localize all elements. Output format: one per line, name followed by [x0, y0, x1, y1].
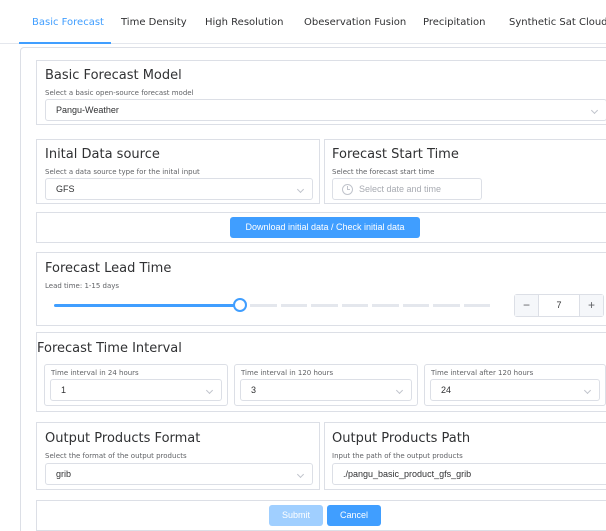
output-format-value: grib [56, 469, 72, 479]
basic-model-value: Pangu-Weather [56, 105, 119, 115]
submit-button[interactable]: Submit [269, 505, 323, 526]
chevron-down-icon [590, 106, 599, 115]
output-format-select[interactable]: grib [45, 463, 313, 485]
increment-button[interactable]: + [579, 295, 603, 316]
tab-synthetic-sat-cloud[interactable]: Synthetic Sat Cloud [509, 0, 606, 44]
slider-segment [311, 304, 338, 307]
lead-time-value[interactable]: 7 [539, 295, 579, 316]
interval-after-120h-box: Time interval after 120 hours 24 [424, 364, 606, 406]
slider-fill [54, 304, 240, 307]
start-time-placeholder: Select date and time [359, 184, 442, 194]
lead-time-title: Forecast Lead Time [45, 261, 172, 276]
tab-basic-forecast[interactable]: Basic Forecast [32, 0, 104, 44]
interval-120h-label: Time interval in 120 hours [241, 369, 334, 377]
lead-time-stepper: − 7 + [514, 294, 604, 317]
slider-segment [280, 304, 307, 307]
initial-source-title: Inital Data source [45, 147, 160, 162]
slider-segment [433, 304, 460, 307]
clock-icon [342, 184, 353, 195]
slider-segment [372, 304, 399, 307]
interval-24h-label: Time interval in 24 hours [51, 369, 139, 377]
chevron-down-icon [205, 386, 214, 395]
interval-24h-box: Time interval in 24 hours 1 [44, 364, 228, 406]
actions-card: Submit Cancel [36, 500, 606, 531]
tab-time-density[interactable]: Time Density [121, 0, 187, 44]
start-time-picker[interactable]: Select date and time [332, 178, 482, 200]
active-tab-indicator [19, 42, 111, 44]
output-path-title: Output Products Path [332, 431, 471, 446]
slider-handle[interactable] [233, 298, 247, 312]
chevron-down-icon [583, 386, 592, 395]
initial-source-card: Inital Data source Select a data source … [36, 139, 320, 204]
slider-segment [250, 304, 277, 307]
download-initial-data-button[interactable]: Download initial data / Check initial da… [230, 217, 420, 238]
start-time-card: Forecast Start Time Select the forecast … [324, 139, 606, 204]
output-path-input[interactable]: ./pangu_basic_product_gfs_grib [332, 463, 606, 485]
chevron-down-icon [395, 386, 404, 395]
output-path-value: ./pangu_basic_product_gfs_grib [343, 469, 472, 479]
interval-after-120h-label: Time interval after 120 hours [431, 369, 534, 377]
tab-observation-fusion[interactable]: Obeservation Fusion [304, 0, 406, 44]
initial-source-value: GFS [56, 184, 75, 194]
interval-120h-select[interactable]: 3 [240, 379, 412, 401]
output-format-card: Output Products Format Select the format… [36, 422, 320, 490]
basic-model-subtitle: Select a basic open-source forecast mode… [45, 89, 194, 97]
chevron-down-icon [296, 470, 305, 479]
interval-24h-value: 1 [61, 385, 67, 395]
lead-time-subtitle: Lead time: 1-15 days [45, 282, 120, 290]
chevron-down-icon [296, 185, 305, 194]
time-interval-title: Forecast Time Interval [37, 341, 182, 356]
basic-model-card: Basic Forecast Model Select a basic open… [36, 60, 606, 125]
initial-source-subtitle: Select a data source type for the inital… [45, 168, 200, 176]
output-format-title: Output Products Format [45, 431, 201, 446]
interval-after-120h-value: 24 [441, 385, 452, 395]
slider-segment [463, 304, 490, 307]
interval-120h-box: Time interval in 120 hours 3 [234, 364, 418, 406]
output-path-card: Output Products Path Input the path of t… [324, 422, 606, 490]
interval-120h-value: 3 [251, 385, 257, 395]
slider-segment [402, 304, 429, 307]
output-format-subtitle: Select the format of the output products [45, 452, 187, 460]
tab-precipitation[interactable]: Precipitation [423, 0, 486, 44]
initial-source-select[interactable]: GFS [45, 178, 313, 200]
basic-model-title: Basic Forecast Model [45, 68, 182, 83]
start-time-subtitle: Select the forecast start time [332, 168, 435, 176]
start-time-title: Forecast Start Time [332, 147, 459, 162]
basic-model-select[interactable]: Pangu-Weather [45, 99, 606, 121]
lead-time-slider[interactable] [54, 298, 494, 312]
slider-segment [341, 304, 368, 307]
interval-after-120h-select[interactable]: 24 [430, 379, 600, 401]
decrement-button[interactable]: − [515, 295, 539, 316]
download-card: Download initial data / Check initial da… [36, 212, 606, 243]
tab-high-resolution[interactable]: High Resolution [205, 0, 283, 44]
cancel-button[interactable]: Cancel [327, 505, 381, 526]
tab-bar: Basic Forecast Time Density High Resolut… [0, 0, 606, 44]
output-path-subtitle: Input the path of the output products [332, 452, 463, 460]
interval-24h-select[interactable]: 1 [50, 379, 222, 401]
